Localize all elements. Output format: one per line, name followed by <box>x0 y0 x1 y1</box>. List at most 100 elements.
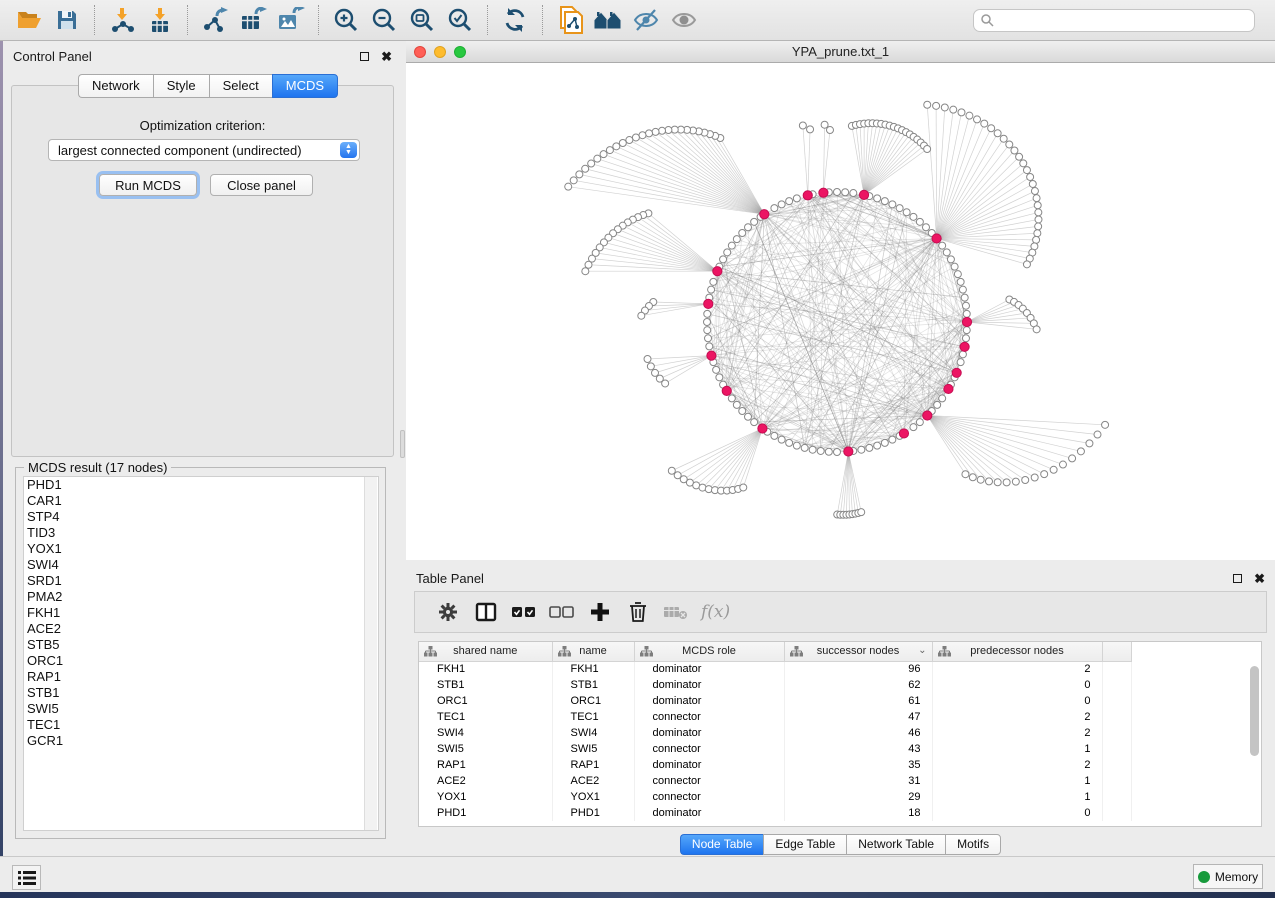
export-image-icon[interactable] <box>272 3 310 37</box>
cell: SWI5 <box>552 741 634 757</box>
tab-node-table[interactable]: Node Table <box>680 834 764 855</box>
mcds-result-item[interactable]: ORC1 <box>24 653 378 669</box>
table-scrollbar[interactable] <box>1250 666 1259 756</box>
mcds-result-item[interactable]: CAR1 <box>24 493 378 509</box>
mcds-result-item[interactable]: SWI4 <box>24 557 378 573</box>
cell: TEC1 <box>419 709 552 725</box>
cell: dominator <box>634 693 784 709</box>
export-network-icon[interactable] <box>196 3 234 37</box>
mcds-result-item[interactable]: STP4 <box>24 509 378 525</box>
search-box[interactable] <box>973 9 1255 32</box>
cell: connector <box>634 773 784 789</box>
memory-button[interactable]: Memory <box>1193 864 1263 889</box>
tab-motifs[interactable]: Motifs <box>945 834 1001 855</box>
mcds-result-item[interactable]: YOX1 <box>24 541 378 557</box>
clone-network-icon[interactable] <box>551 3 589 37</box>
table-row[interactable]: PHD1PHD1dominator180 <box>419 805 1131 821</box>
zoom-selected-icon[interactable] <box>441 3 479 37</box>
cell: 61 <box>784 693 932 709</box>
table-toolbar: f(x) <box>414 591 1267 633</box>
app-window: Control Panel ✖ NetworkStyleSelectMCDS O… <box>0 0 1275 898</box>
mcds-result-item[interactable]: PMA2 <box>24 589 378 605</box>
save-icon[interactable] <box>48 3 86 37</box>
mcds-result-item[interactable]: ACE2 <box>24 621 378 637</box>
column-header[interactable]: name <box>552 642 634 661</box>
select-all-icon[interactable] <box>505 595 543 629</box>
import-table-icon[interactable] <box>141 3 179 37</box>
mcds-result-item[interactable]: STB1 <box>24 685 378 701</box>
gear-icon[interactable] <box>429 595 467 629</box>
dropdown-stepper-icon: ▲▼ <box>340 142 357 158</box>
cell: 35 <box>784 757 932 773</box>
table-panel: Table Panel ✖ <box>406 563 1275 856</box>
pane-resize-handle[interactable] <box>400 430 405 458</box>
table-row[interactable]: FKH1FKH1dominator962 <box>419 661 1131 677</box>
cell: RAP1 <box>552 757 634 773</box>
close-panel-icon[interactable]: ✖ <box>1254 574 1265 583</box>
zoom-fit-icon[interactable] <box>403 3 441 37</box>
add-column-icon[interactable] <box>581 595 619 629</box>
toolbar-divider <box>187 5 188 35</box>
columns-icon[interactable] <box>467 595 505 629</box>
cell: ORC1 <box>419 693 552 709</box>
table-panel-title: Table Panel <box>416 571 484 586</box>
mcds-result-item[interactable]: GCR1 <box>24 733 378 749</box>
mcds-result-item[interactable]: FKH1 <box>24 605 378 621</box>
mcds-result-item[interactable]: TEC1 <box>24 717 378 733</box>
column-header[interactable]: successor nodes⌄ <box>784 642 932 661</box>
search-input[interactable] <box>994 13 1234 27</box>
zoom-out-icon[interactable] <box>365 3 403 37</box>
mcds-result-list[interactable]: PHD1CAR1STP4TID3YOX1SWI4SRD1PMA2FKH1ACE2… <box>23 476 379 831</box>
show-all-icon[interactable] <box>665 3 703 37</box>
refresh-icon[interactable] <box>496 3 534 37</box>
table-row[interactable]: TEC1TEC1connector472 <box>419 709 1131 725</box>
import-network-icon[interactable] <box>103 3 141 37</box>
network-canvas[interactable] <box>406 63 1275 560</box>
tab-edge-table[interactable]: Edge Table <box>763 834 846 855</box>
open-icon[interactable] <box>10 3 48 37</box>
delete-column-icon[interactable] <box>619 595 657 629</box>
cell: 2 <box>932 725 1102 741</box>
cell: dominator <box>634 677 784 693</box>
table-row[interactable]: SWI4SWI4dominator462 <box>419 725 1131 741</box>
column-header[interactable]: MCDS role <box>634 642 784 661</box>
mcds-result-item[interactable]: SRD1 <box>24 573 378 589</box>
cell: 0 <box>932 693 1102 709</box>
tab-style[interactable]: Style <box>153 74 209 98</box>
deselect-all-icon[interactable] <box>543 595 581 629</box>
close-panel-icon[interactable]: ✖ <box>381 52 392 61</box>
column-header[interactable]: predecessor nodes <box>932 642 1102 661</box>
run-mcds-button[interactable]: Run MCDS <box>99 174 197 196</box>
float-panel-icon[interactable] <box>1233 574 1242 583</box>
table-row[interactable]: RAP1RAP1dominator352 <box>419 757 1131 773</box>
close-panel-button[interactable]: Close panel <box>210 174 313 196</box>
tab-network[interactable]: Network <box>78 74 153 98</box>
mcds-list-scrollbar[interactable] <box>364 477 377 830</box>
tab-mcds[interactable]: MCDS <box>272 74 338 98</box>
zoom-in-icon[interactable] <box>327 3 365 37</box>
column-header[interactable]: shared name <box>419 642 552 661</box>
mcds-result-item[interactable]: PHD1 <box>24 477 378 493</box>
table-row[interactable]: SWI5SWI5connector431 <box>419 741 1131 757</box>
tab-network-table[interactable]: Network Table <box>846 834 945 855</box>
network-window-titlebar[interactable]: YPA_prune.txt_1 <box>406 41 1275 63</box>
task-history-button[interactable] <box>12 865 41 890</box>
mcds-result-item[interactable]: RAP1 <box>24 669 378 685</box>
table-row[interactable]: ACE2ACE2connector311 <box>419 773 1131 789</box>
export-table-icon[interactable] <box>234 3 272 37</box>
mcds-result-item[interactable]: STB5 <box>24 637 378 653</box>
cell: STB1 <box>552 677 634 693</box>
table-row[interactable]: STB1STB1dominator620 <box>419 677 1131 693</box>
mcds-result-item[interactable]: SWI5 <box>24 701 378 717</box>
toolbar-divider <box>487 5 488 35</box>
criterion-dropdown[interactable]: largest connected component (undirected)… <box>48 139 360 161</box>
cell: ORC1 <box>552 693 634 709</box>
hide-selected-icon[interactable] <box>627 3 665 37</box>
first-neighbors-icon[interactable] <box>589 3 627 37</box>
table-row[interactable]: ORC1ORC1dominator610 <box>419 693 1131 709</box>
desktop-background <box>0 892 1275 898</box>
tab-select[interactable]: Select <box>209 74 272 98</box>
table-row[interactable]: YOX1YOX1connector291 <box>419 789 1131 805</box>
float-panel-icon[interactable] <box>360 52 369 61</box>
mcds-result-item[interactable]: TID3 <box>24 525 378 541</box>
